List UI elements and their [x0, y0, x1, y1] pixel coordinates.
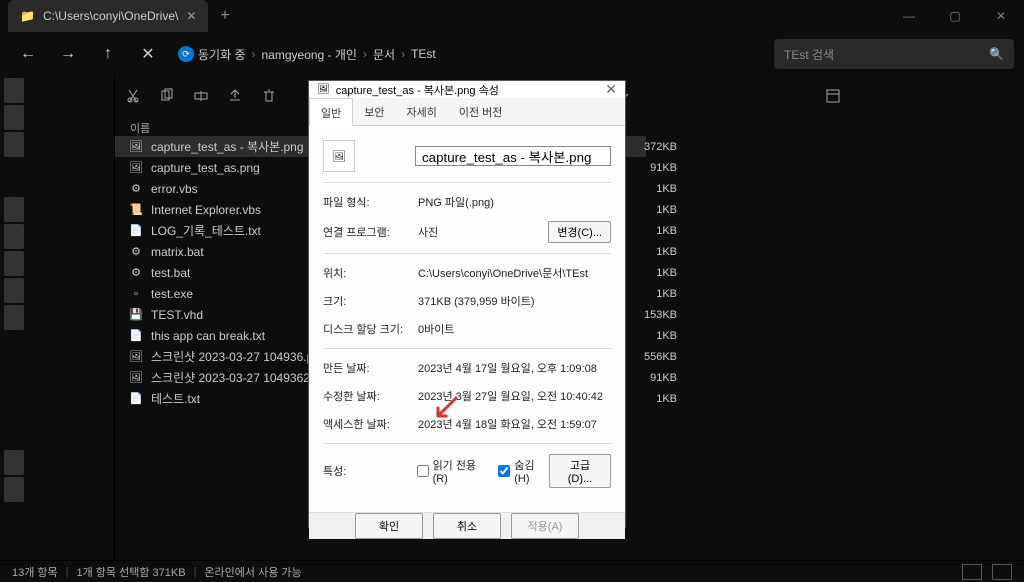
- refresh-button[interactable]: ✕: [130, 36, 166, 72]
- properties-dialog: 🖼 capture_test_as - 복사본.png 속성 ✕ 일반 보안 자…: [308, 80, 626, 528]
- dialog-close-button[interactable]: ✕: [605, 81, 617, 98]
- script-icon: 📜: [129, 203, 143, 217]
- navbar: ← → ↑ ✕ ⟳ 동기화 중 › namgyeong - 개인 › 문서 › …: [0, 32, 1024, 76]
- search-icon: 🔍: [989, 47, 1004, 61]
- disksize-value: 0바이트: [418, 321, 611, 337]
- tab-versions[interactable]: 이전 버전: [448, 98, 514, 125]
- search-input[interactable]: TEst 검색 🔍: [774, 39, 1014, 69]
- exe-icon: ▫: [129, 287, 143, 301]
- minimize-button[interactable]: —: [886, 0, 932, 32]
- view-list-button[interactable]: [962, 564, 982, 580]
- openswith-label: 연결 프로그램:: [323, 224, 418, 240]
- item-count: 13개 항목: [12, 564, 58, 580]
- size-column: 372KB 91KB 1KB 1KB 1KB 1KB 1KB 1KB 153KB…: [633, 136, 677, 409]
- tab-security[interactable]: 보안: [353, 98, 395, 125]
- close-tab-icon[interactable]: ✕: [186, 9, 196, 23]
- disk-icon: 💾: [129, 308, 143, 322]
- apply-button[interactable]: 적용(A): [511, 513, 579, 539]
- sidebar-thumb[interactable]: [4, 450, 24, 475]
- image-icon: 🖼: [317, 84, 330, 95]
- column-header-name[interactable]: 이름: [130, 120, 150, 136]
- titlebar: 📁 C:\Users\conyi\OneDrive\ ✕ + — ▢ ✕: [0, 0, 1024, 32]
- file-type-icon: 🖼: [323, 140, 355, 172]
- copy-button[interactable]: [159, 88, 175, 104]
- modified-label: 수정한 날짜:: [323, 388, 418, 404]
- filetype-value: PNG 파일(.png): [418, 194, 611, 210]
- batch-icon: ⚙: [129, 245, 143, 259]
- sidebar-thumb[interactable]: [4, 251, 24, 276]
- text-icon: 📄: [129, 392, 143, 406]
- change-button[interactable]: 변경(C)...: [548, 221, 611, 243]
- sidebar-thumb[interactable]: [4, 477, 24, 502]
- dialog-tabs: 일반 보안 자세히 이전 버전: [309, 98, 625, 126]
- script-icon: ⚙: [129, 182, 143, 196]
- accessed-value: 2023년 4월 18일 화요일, 오전 1:59:07: [418, 416, 611, 432]
- up-button[interactable]: ↑: [90, 36, 126, 72]
- image-icon: 🖼: [129, 350, 143, 364]
- openswith-value: 사진: [418, 224, 548, 240]
- location-label: 위치:: [323, 265, 418, 281]
- breadcrumb: ⟳ 동기화 중 › namgyeong - 개인 › 문서 › TEst: [178, 46, 770, 63]
- cut-button[interactable]: [125, 88, 141, 104]
- cancel-button[interactable]: 취소: [433, 513, 501, 539]
- status-bar: 13개 항목 | 1개 항목 선택함 371KB | 온라인에서 사용 가능: [0, 560, 1024, 582]
- modified-value: 2023년 3월 27일 월요일, 오전 10:40:42: [418, 388, 611, 404]
- created-value: 2023년 4월 17일 월요일, 오후 1:09:08: [418, 360, 611, 376]
- share-button[interactable]: [227, 88, 243, 104]
- text-icon: 📄: [129, 329, 143, 343]
- location-value: C:\Users\conyi\OneDrive\문서\TEst: [418, 265, 611, 281]
- size-label: 크기:: [323, 293, 418, 309]
- sidebar-thumb[interactable]: [4, 305, 24, 330]
- dialog-footer: 확인 취소 적용(A): [309, 512, 625, 539]
- image-icon: 🖼: [129, 140, 143, 154]
- sidebar-thumb[interactable]: [4, 197, 24, 222]
- filename-input[interactable]: [415, 146, 611, 166]
- dialog-titlebar: 🖼 capture_test_as - 복사본.png 속성 ✕: [309, 81, 625, 98]
- view-grid-button[interactable]: [992, 564, 1012, 580]
- advanced-button[interactable]: 고급(D)...: [549, 454, 611, 488]
- accessed-label: 액세스한 날짜:: [323, 416, 418, 432]
- created-label: 만든 날짜:: [323, 360, 418, 376]
- sync-icon: ⟳: [178, 46, 194, 62]
- online-status: 온라인에서 사용 가능: [204, 564, 301, 580]
- batch-icon: ⚙: [129, 266, 143, 280]
- size-value: 371KB (379,959 바이트): [418, 293, 611, 309]
- sync-status: ⟳ 동기화 중: [178, 46, 246, 63]
- sidebar-thumb[interactable]: [4, 105, 24, 130]
- image-icon: 🖼: [129, 161, 143, 175]
- close-button[interactable]: ✕: [978, 0, 1024, 32]
- breadcrumb-item[interactable]: namgyeong - 개인: [262, 46, 357, 63]
- filetype-label: 파일 형식:: [323, 194, 418, 210]
- sidebar-thumb[interactable]: [4, 224, 24, 249]
- new-tab-button[interactable]: +: [208, 7, 241, 25]
- delete-button[interactable]: [261, 88, 277, 104]
- window-tab[interactable]: 📁 C:\Users\conyi\OneDrive\ ✕: [8, 0, 208, 32]
- maximize-button[interactable]: ▢: [932, 0, 978, 32]
- readonly-checkbox[interactable]: 읽기 전용(R): [417, 457, 491, 485]
- dialog-title: capture_test_as - 복사본.png 속성: [336, 82, 499, 98]
- breadcrumb-item[interactable]: TEst: [411, 47, 436, 61]
- sidebar-thumb[interactable]: [4, 278, 24, 303]
- ok-button[interactable]: 확인: [355, 513, 423, 539]
- hidden-checkbox[interactable]: 숨김(H): [498, 457, 549, 485]
- breadcrumb-item[interactable]: 문서: [373, 46, 395, 63]
- dialog-body: 🖼 파일 형식:PNG 파일(.png) 연결 프로그램:사진변경(C)... …: [309, 126, 625, 512]
- tab-title: C:\Users\conyi\OneDrive\: [43, 9, 178, 23]
- sidebar: [0, 76, 115, 560]
- back-button[interactable]: ←: [10, 36, 46, 72]
- sidebar-thumb[interactable]: [4, 132, 24, 157]
- tab-general[interactable]: 일반: [309, 98, 353, 126]
- disksize-label: 디스크 할당 크기:: [323, 321, 418, 337]
- selection-status: 1개 항목 선택함 371KB: [77, 564, 186, 580]
- sidebar-thumb[interactable]: [4, 78, 24, 103]
- image-icon: 🖼: [129, 371, 143, 385]
- folder-icon: 📁: [20, 9, 35, 23]
- forward-button[interactable]: →: [50, 36, 86, 72]
- text-icon: 📄: [129, 224, 143, 238]
- rename-button[interactable]: [193, 88, 209, 104]
- attributes-label: 특성:: [323, 463, 417, 479]
- tab-details[interactable]: 자세히: [396, 98, 448, 125]
